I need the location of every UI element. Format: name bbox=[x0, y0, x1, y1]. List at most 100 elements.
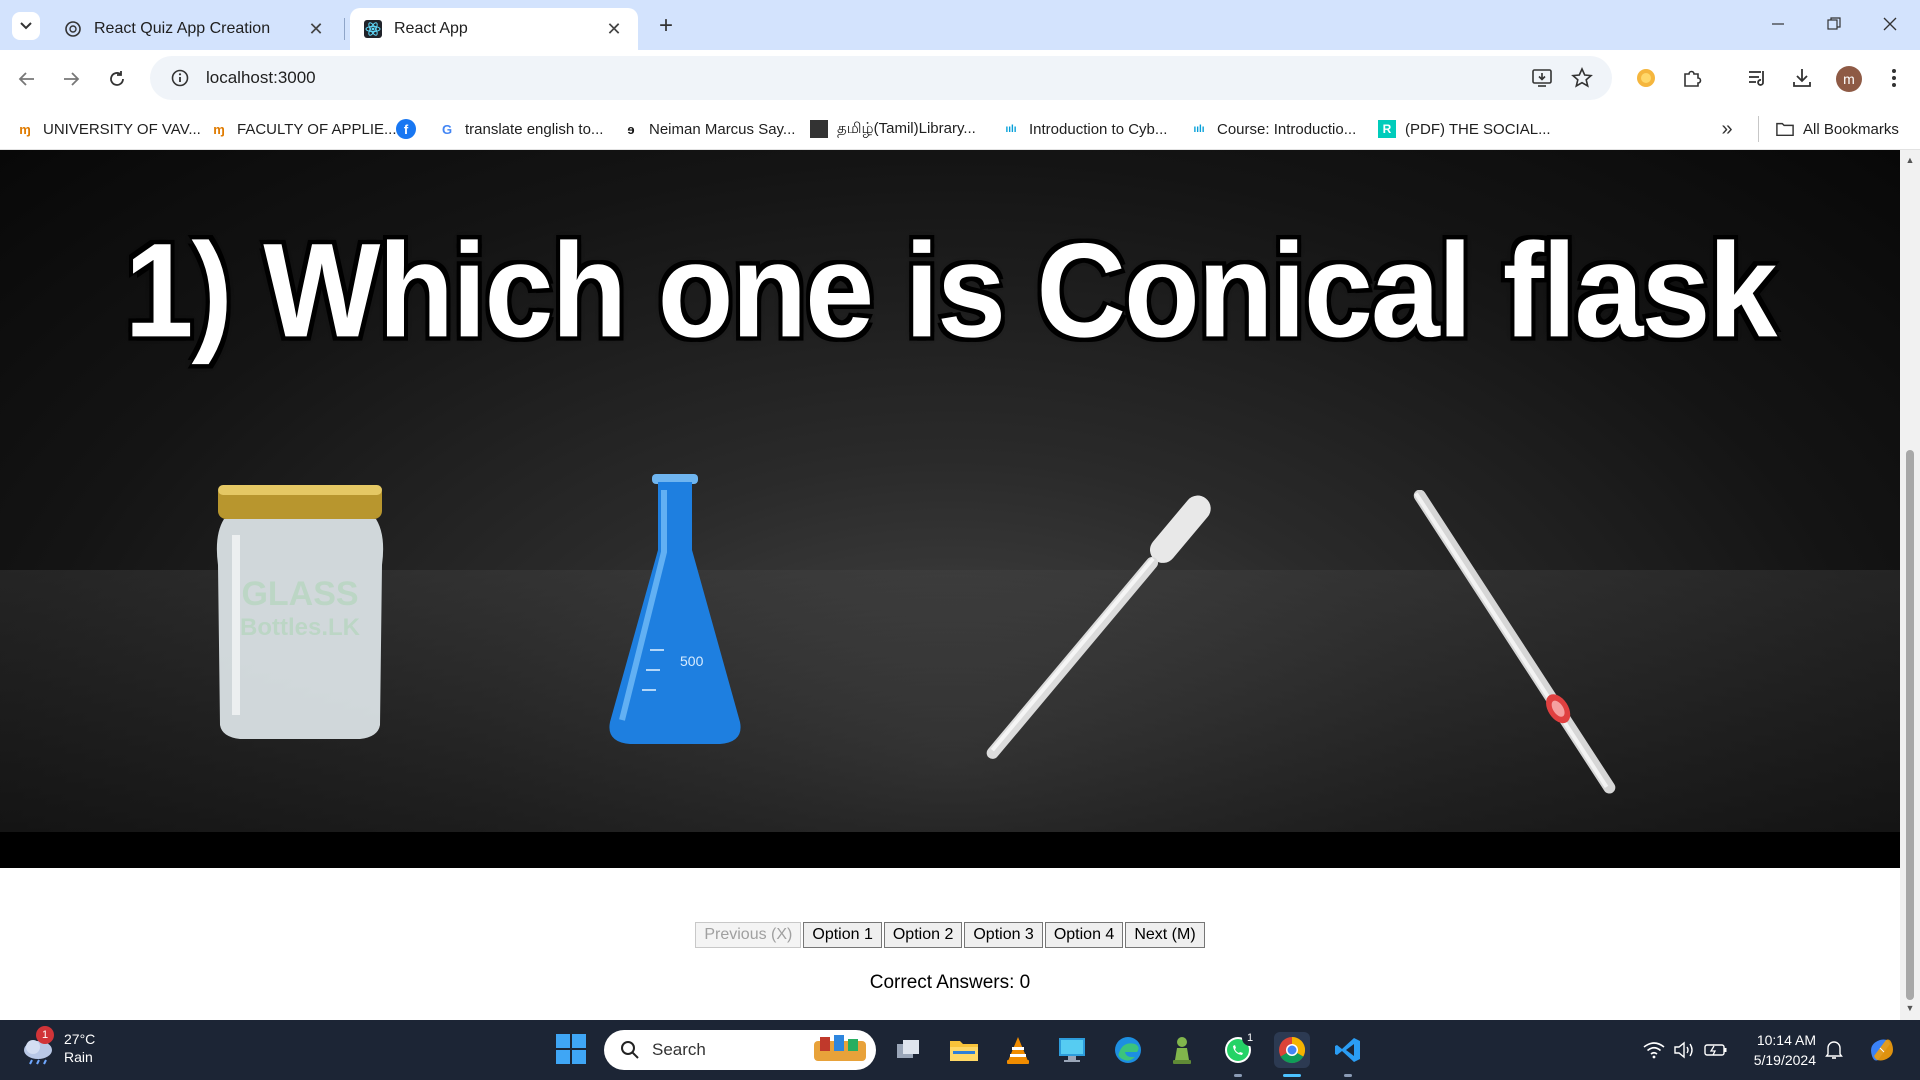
windows-logo-icon bbox=[556, 1034, 570, 1048]
reading-list-button[interactable] bbox=[1744, 64, 1772, 92]
option-4-button[interactable]: Option 4 bbox=[1044, 922, 1124, 948]
next-button[interactable]: Next (M) bbox=[1125, 922, 1205, 948]
bookmark-university-of-vavuniya[interactable]: ɱ UNIVERSITY OF VAV... bbox=[16, 116, 201, 142]
address-bar[interactable]: localhost:3000 bbox=[150, 56, 1612, 100]
weather-condition: Rain bbox=[64, 1049, 93, 1065]
weather-widget[interactable]: 1 27°C Rain bbox=[20, 1026, 95, 1066]
tab-search-button[interactable] bbox=[12, 12, 40, 40]
vlc-button[interactable] bbox=[1000, 1032, 1036, 1068]
previous-button[interactable]: Previous (X) bbox=[695, 922, 802, 948]
copilot-icon[interactable] bbox=[1864, 1032, 1900, 1068]
tab-title: React App bbox=[394, 20, 468, 37]
info-icon bbox=[171, 69, 189, 87]
close-icon[interactable]: ✕ bbox=[306, 19, 326, 39]
taskbar-search[interactable]: Search bbox=[604, 1030, 876, 1070]
bookmark-label: translate english to... bbox=[465, 120, 604, 138]
task-view-icon bbox=[897, 1040, 919, 1058]
bookmark-google-translate[interactable]: G translate english to... bbox=[438, 116, 603, 142]
scroll-down-icon[interactable]: ▼ bbox=[1904, 1002, 1916, 1014]
vscode-button[interactable] bbox=[1330, 1032, 1366, 1068]
folder-icon bbox=[950, 1041, 978, 1061]
arrow-right-icon bbox=[64, 72, 80, 86]
tab-title: React Quiz App Creation bbox=[94, 20, 271, 37]
start-button[interactable] bbox=[556, 1034, 586, 1064]
monitor-icon bbox=[1059, 1038, 1085, 1062]
restore-button[interactable] bbox=[1806, 6, 1862, 42]
university-icon: ɱ bbox=[213, 121, 225, 137]
bookmarks-overflow-button[interactable]: » bbox=[1714, 116, 1740, 142]
folder-icon bbox=[1776, 120, 1794, 138]
system-clock[interactable]: 10:14 AM 5/19/2024 bbox=[1736, 1030, 1816, 1070]
search-highlight-icon bbox=[812, 1033, 868, 1068]
install-app-button[interactable] bbox=[1530, 66, 1554, 90]
url-text[interactable]: localhost:3000 bbox=[206, 68, 316, 88]
search-placeholder: Search bbox=[652, 1040, 706, 1059]
react-icon bbox=[364, 20, 382, 38]
bookmark-intro-to-cyber[interactable]: ıılı Introduction to Cyb... bbox=[1002, 116, 1167, 142]
all-bookmarks-button[interactable]: All Bookmarks bbox=[1776, 116, 1899, 142]
star-icon bbox=[1571, 67, 1593, 88]
notification-bell-icon[interactable] bbox=[1822, 1038, 1846, 1062]
volume-icon[interactable] bbox=[1672, 1038, 1696, 1062]
bookmarks-divider bbox=[1758, 116, 1759, 142]
page-scrollbar[interactable]: ▲ ▼ bbox=[1900, 150, 1920, 1020]
bookmark-neiman-marcus[interactable]: ɘ Neiman Marcus Say... bbox=[622, 116, 795, 142]
university-icon: ɱ bbox=[19, 121, 31, 137]
google-icon: G bbox=[441, 121, 453, 137]
option-2-button[interactable]: Option 2 bbox=[883, 922, 963, 948]
extension-sun-button[interactable] bbox=[1632, 64, 1660, 92]
whatsapp-running-indicator bbox=[1234, 1074, 1242, 1077]
site-info-button[interactable] bbox=[158, 56, 202, 100]
plus-icon: + bbox=[658, 12, 673, 39]
bookmark-tamil-library[interactable]: தமிழ்(Tamil)Library... bbox=[810, 116, 976, 142]
all-bookmarks-label: All Bookmarks bbox=[1803, 120, 1899, 138]
option-1-button[interactable]: Option 1 bbox=[803, 922, 882, 948]
downloads-button[interactable] bbox=[1788, 64, 1816, 92]
cisco-icon: ıılı bbox=[1193, 123, 1205, 135]
scroll-up-icon[interactable]: ▲ bbox=[1904, 154, 1916, 166]
download-icon bbox=[1793, 69, 1811, 87]
bookmark-star-button[interactable] bbox=[1570, 66, 1594, 90]
clock-date: 5/19/2024 bbox=[1753, 1052, 1816, 1068]
scrollbar-thumb[interactable] bbox=[1906, 450, 1914, 1000]
battery-icon[interactable] bbox=[1704, 1038, 1728, 1062]
forward-button[interactable] bbox=[56, 64, 86, 94]
bookmark-faculty-of-applied[interactable]: ɱ FACULTY OF APPLIE... bbox=[210, 116, 397, 142]
researchgate-icon: R bbox=[1378, 120, 1396, 138]
more-vert-icon bbox=[1892, 69, 1896, 87]
tab-react-app[interactable]: React App ✕ bbox=[350, 8, 638, 50]
bookmarks-bar: ɱ UNIVERSITY OF VAV... ɱ FACULTY OF APPL… bbox=[0, 108, 1920, 150]
restore-icon bbox=[1827, 17, 1841, 30]
wifi-icon[interactable] bbox=[1642, 1038, 1666, 1062]
reload-button[interactable] bbox=[102, 64, 132, 94]
extensions-button[interactable] bbox=[1678, 64, 1706, 92]
chrome-menu-button[interactable] bbox=[1880, 64, 1908, 92]
whatsapp-button[interactable]: 1 bbox=[1220, 1030, 1258, 1068]
close-icon[interactable]: ✕ bbox=[604, 19, 624, 39]
bookmark-label: Course: Introductio... bbox=[1217, 120, 1357, 138]
tab-separator bbox=[344, 18, 345, 40]
correct-answers-counter: Correct Answers: 0 bbox=[869, 972, 1031, 993]
bookmark-label: Neiman Marcus Say... bbox=[649, 120, 796, 138]
tab-react-quiz-app-creation[interactable]: React Quiz App Creation ✕ bbox=[50, 8, 340, 50]
chrome-icon bbox=[1279, 1036, 1306, 1064]
minimize-button[interactable] bbox=[1750, 6, 1806, 42]
chess-app-button[interactable] bbox=[1164, 1032, 1200, 1068]
bookmark-course-introduction[interactable]: ıılı Course: Introductio... bbox=[1190, 116, 1356, 142]
new-tab-button[interactable]: + bbox=[652, 12, 680, 40]
edge-button[interactable] bbox=[1110, 1032, 1146, 1068]
chrome-button[interactable] bbox=[1274, 1032, 1310, 1068]
bookmark-label: FACULTY OF APPLIE... bbox=[237, 120, 397, 138]
option-3-button[interactable]: Option 3 bbox=[964, 922, 1043, 948]
vscode-icon bbox=[1335, 1038, 1360, 1062]
profile-avatar[interactable]: m bbox=[1836, 66, 1862, 92]
bookmark-pdf-the-social[interactable]: R (PDF) THE SOCIAL... bbox=[1378, 116, 1551, 142]
remote-desktop-button[interactable] bbox=[1054, 1032, 1090, 1068]
bookmark-facebook[interactable]: f bbox=[396, 116, 425, 142]
task-view-button[interactable] bbox=[890, 1032, 926, 1068]
close-window-button[interactable] bbox=[1862, 6, 1918, 42]
file-explorer-button[interactable] bbox=[946, 1032, 982, 1068]
minimize-icon bbox=[1772, 23, 1784, 25]
back-button[interactable] bbox=[12, 64, 42, 94]
edge-icon bbox=[1115, 1037, 1141, 1063]
